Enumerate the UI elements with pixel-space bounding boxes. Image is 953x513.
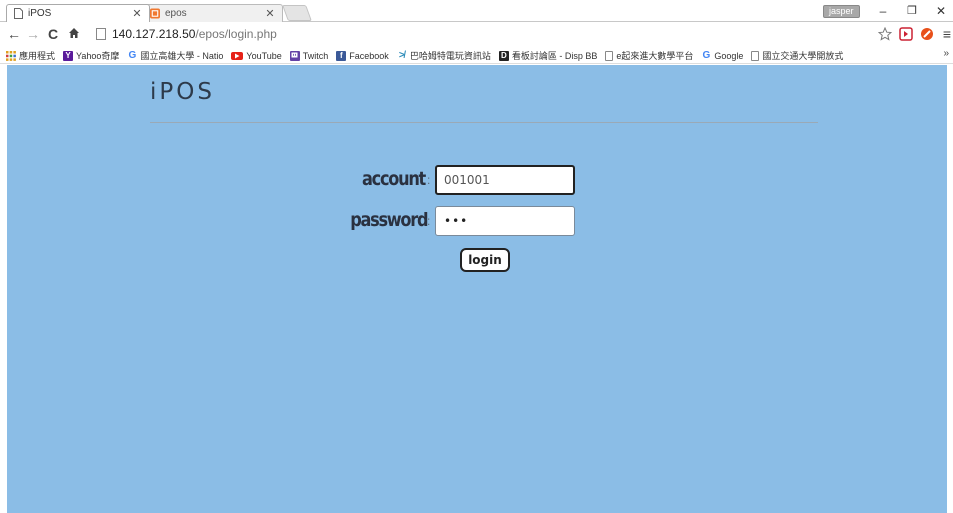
- bookmark-nuk[interactable]: G 國立高雄大學 - Natio: [127, 49, 223, 62]
- close-window-icon[interactable]: ✕: [930, 3, 952, 19]
- bahamut-icon: ≯: [398, 50, 405, 61]
- site-logo: iPOS: [150, 79, 215, 105]
- profile-button[interactable]: jasper: [823, 5, 860, 18]
- bookmark-label: Twitch: [302, 50, 329, 61]
- bookmark-google[interactable]: G Google: [701, 50, 744, 61]
- browser-toolbar: ← → C 140.127.218.50/epos/login.php ≡: [0, 22, 953, 48]
- page-icon: [751, 50, 760, 61]
- bookmark-star-icon[interactable]: [877, 26, 893, 42]
- apps-icon: [6, 50, 16, 61]
- bookmark-apps[interactable]: 應用程式: [6, 49, 55, 62]
- tab-ipos[interactable]: iPOS ✕: [6, 4, 150, 22]
- reload-icon[interactable]: C: [45, 26, 61, 42]
- bookmark-label: Yahoo奇摩: [76, 51, 120, 61]
- back-icon[interactable]: ←: [6, 26, 22, 42]
- bookmark-label: 看板討論區 - Disp BB: [511, 51, 598, 61]
- epos-favicon-icon: [150, 8, 160, 19]
- extension-pushbullet-icon[interactable]: [898, 26, 914, 42]
- account-input[interactable]: 001001: [435, 165, 575, 195]
- page-icon: [13, 8, 23, 19]
- page-content: iPOS account : 001001 password : ••• log…: [7, 65, 947, 513]
- bookmark-label: 國立高雄大學 - Natio: [140, 51, 224, 61]
- youtube-icon: [231, 51, 244, 60]
- bookmark-yahoo[interactable]: Y Yahoo奇摩: [63, 49, 119, 62]
- url-path: /epos/login.php: [195, 27, 277, 41]
- url-host: 140.127.218.50: [112, 27, 196, 41]
- account-label: account: [362, 168, 426, 190]
- tab-title: iPOS: [28, 8, 52, 19]
- password-label: password: [350, 209, 428, 231]
- account-separator: :: [427, 173, 431, 187]
- url-text: 140.127.218.50/epos/login.php: [112, 27, 277, 41]
- bookmark-label: 巴哈姆特電玩資訊站: [409, 51, 491, 61]
- tab-strip: iPOS ✕ epos ✕ jasper – ❐ ✕: [0, 0, 953, 22]
- restore-icon[interactable]: ❐: [901, 3, 923, 19]
- header-divider: [150, 122, 818, 123]
- yahoo-icon: Y: [63, 50, 74, 61]
- bookmark-math-platform[interactable]: e起來進大數學平台: [605, 49, 693, 62]
- google-icon: G: [702, 50, 711, 61]
- password-separator: :: [427, 214, 431, 228]
- twitch-icon: [289, 50, 300, 61]
- bookmark-label: Facebook: [349, 50, 389, 61]
- facebook-icon: f: [336, 50, 347, 61]
- new-tab-button[interactable]: [282, 5, 312, 21]
- bookmark-twitch[interactable]: Twitch: [289, 50, 329, 61]
- bookmark-label: YouTube: [246, 50, 282, 61]
- home-icon[interactable]: [66, 26, 82, 42]
- bookmark-dispbbs[interactable]: D 看板討論區 - Disp BB: [498, 49, 598, 62]
- google-icon: G: [128, 50, 137, 61]
- page-icon: [605, 50, 614, 61]
- close-tab-icon[interactable]: ✕: [264, 8, 276, 20]
- tab-epos[interactable]: epos ✕: [143, 4, 283, 22]
- forward-icon[interactable]: →: [25, 26, 41, 42]
- bookmark-facebook[interactable]: f Facebook: [336, 50, 389, 61]
- login-button[interactable]: login: [460, 248, 510, 272]
- page-icon: [96, 28, 106, 40]
- bookmark-label: Google: [714, 50, 744, 61]
- bookmark-nctu-ocw[interactable]: 國立交通大學開放式: [751, 49, 843, 62]
- dispbbs-icon: D: [498, 50, 509, 61]
- bookmark-youtube[interactable]: YouTube: [231, 50, 282, 61]
- bookmark-label: e起來進大數學平台: [616, 51, 694, 61]
- tab-title: epos: [165, 8, 187, 19]
- bookmark-label: 國立交通大學開放式: [762, 51, 844, 61]
- bookmarks-overflow-icon[interactable]: »: [943, 48, 949, 59]
- password-input[interactable]: •••: [435, 206, 575, 236]
- bookmarks-bar: 應用程式 Y Yahoo奇摩 G 國立高雄大學 - Natio YouTube …: [0, 48, 953, 64]
- bookmark-bahamut[interactable]: ≯ 巴哈姆特電玩資訊站: [397, 49, 491, 62]
- close-tab-icon[interactable]: ✕: [131, 8, 143, 20]
- extension-adblock-icon[interactable]: [919, 26, 935, 42]
- minimize-icon[interactable]: –: [872, 3, 894, 19]
- bookmark-label: 應用程式: [19, 51, 56, 61]
- address-bar[interactable]: 140.127.218.50/epos/login.php: [96, 25, 868, 43]
- menu-icon[interactable]: ≡: [939, 26, 953, 42]
